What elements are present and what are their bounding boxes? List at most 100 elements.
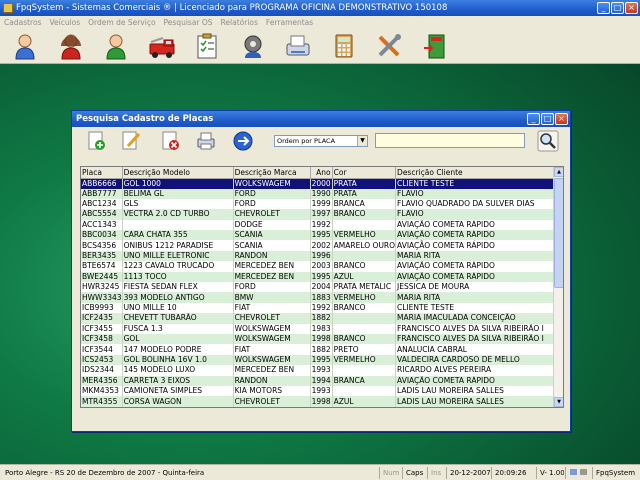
table-row[interactable]: ICF2435 CHEVETT TUBARÃO CHEVROLET 1882 MARIA… bbox=[81, 313, 558, 324]
table-row[interactable]: MER4356 CARRETA 3 EIXOS RANDON 1994 BRANCA AV… bbox=[81, 375, 558, 386]
table-row[interactable]: ABB6666 GOL 1000 WOLKSWAGEM 2000 PRATA CLIENT… bbox=[81, 178, 558, 189]
table-row[interactable]: MTR4355 CORSA WAGON CHEVROLET 1998 AZUL LADIS… bbox=[81, 396, 558, 407]
cell-modelo: 1113 TOCO bbox=[122, 271, 234, 283]
cell-ano: 1993 bbox=[310, 365, 333, 376]
menu-ordem-servico[interactable]: Ordem de Serviço bbox=[88, 18, 155, 27]
table-row[interactable]: BWE2445 1113 TOCO MERCEDEZ BEN 1995 AZUL AVIA… bbox=[81, 271, 558, 283]
column-header-ano[interactable]: Ano bbox=[310, 167, 333, 179]
edit-record-button[interactable] bbox=[120, 130, 142, 152]
close-button[interactable]: × bbox=[625, 2, 638, 14]
table-row[interactable]: BCS4356 ONIBUS 1212 PARADISE SCANIA 2002 AMA… bbox=[81, 240, 558, 251]
table-row[interactable]: ACC1343 DODGE 1992 AVIAÇÃO COMETA RÁPIDO bbox=[81, 219, 558, 231]
dialog-toolbar: Ordem por PLACA ▼ bbox=[72, 127, 570, 155]
dialog-title: Pesquisa Cadastro de Placas bbox=[76, 114, 214, 124]
cell-modelo: GLS bbox=[122, 198, 234, 210]
table-row[interactable]: ICF3544 147 MODELO PODRE FIAT 1882 PRETO ANAL… bbox=[81, 344, 558, 355]
cell-marca: WOLKSWAGEM bbox=[233, 354, 311, 366]
cell-placa: HWW3343 bbox=[81, 292, 123, 303]
cell-cor: PRATA METALIC bbox=[332, 282, 397, 293]
cell-ano: 1997 bbox=[310, 209, 333, 220]
search-button[interactable] bbox=[537, 130, 559, 152]
scroll-down-icon[interactable]: ▼ bbox=[554, 397, 563, 407]
table-row[interactable]: ABC1234 GLS FORD 1999 BRANCA FLAVIO QUADRADO … bbox=[81, 198, 558, 210]
cell-marca: WOLKSWAGEM bbox=[233, 333, 311, 345]
table-row[interactable]: HWR3245 FIESTA SEDAN FLEX FORD 2004 PRATA ME… bbox=[81, 282, 558, 293]
dialog-close-button[interactable]: × bbox=[555, 113, 568, 125]
table-row[interactable]: ICS2453 GOL BOLINHA 16V 1.0 WOLKSWAGEM 1995… bbox=[81, 354, 558, 366]
cell-placa: ICF3455 bbox=[81, 323, 123, 334]
go-forward-button[interactable] bbox=[232, 130, 254, 152]
exit-button[interactable] bbox=[418, 30, 452, 62]
order-by-select[interactable]: Ordem por PLACA ▼ bbox=[274, 135, 368, 147]
dialog-maximize-button[interactable]: □ bbox=[541, 113, 554, 125]
column-header-modelo[interactable]: Descrição Modelo bbox=[122, 167, 234, 179]
vehicles-button[interactable] bbox=[145, 30, 179, 62]
table-row[interactable]: BBC0034 CARA CHATA 355 SCANIA 1995 VERMELHO A… bbox=[81, 230, 558, 241]
table-row[interactable]: BTE6574 1223 CAVALO TRUCADO MERCEDEZ BEN 20… bbox=[81, 261, 558, 272]
menu-bar: Cadastros Veículos Ordem de Serviço Pesq… bbox=[0, 16, 640, 28]
table-row[interactable]: ICF3455 FUSCA 1.3 WOLKSWAGEM 1983 FRANCISCO … bbox=[81, 323, 558, 334]
table-row[interactable]: HWW3343 393 MODELO ANTIGO BMW 1883 VERMELHO M… bbox=[81, 292, 558, 303]
maximize-button[interactable]: □ bbox=[611, 2, 624, 14]
cell-marca: SCANIA bbox=[233, 240, 311, 251]
cell-modelo: 1223 CAVALO TRUCADO bbox=[122, 261, 234, 272]
column-header-marca[interactable]: Descrição Marca bbox=[233, 167, 311, 179]
clients-button[interactable] bbox=[8, 30, 42, 62]
cell-cor: AZUL bbox=[332, 396, 397, 407]
column-header-cliente[interactable]: Descrição Cliente bbox=[395, 167, 558, 179]
cell-placa: MKM4353 bbox=[81, 385, 123, 397]
print-button[interactable] bbox=[195, 130, 217, 152]
status-time: 20:09:26 bbox=[491, 467, 535, 479]
cell-marca: FORD bbox=[233, 188, 311, 199]
table-row[interactable]: ICF3458 GOL WOLKSWAGEM 1998 BRANCO FRANCISCO … bbox=[81, 333, 558, 345]
tools-button[interactable] bbox=[372, 30, 406, 62]
cell-cliente: ANALUCIA CABRAL bbox=[395, 344, 558, 355]
cell-cliente: LADIS LAU MOREIRA SALLES bbox=[395, 396, 558, 407]
search-input[interactable] bbox=[375, 133, 525, 148]
cell-placa: BTE6574 bbox=[81, 261, 123, 272]
scrollbar-thumb[interactable] bbox=[554, 178, 563, 288]
cell-cor: BRANCA bbox=[332, 198, 397, 210]
menu-relatorios[interactable]: Relatórios bbox=[221, 18, 258, 27]
vertical-scrollbar[interactable]: ▲ ▼ bbox=[553, 167, 563, 407]
menu-pesquisar-os[interactable]: Pesquisar OS bbox=[164, 18, 213, 27]
table-row[interactable]: ABC5554 VECTRA 2.0 CD TURBO CHEVROLET 1997 B… bbox=[81, 209, 558, 220]
cell-modelo: VECTRA 2.0 CD TURBO bbox=[122, 209, 234, 220]
table-row[interactable]: ICB9993 UNO MILLE 10 FIAT 1992 BRANCO CLIENTE… bbox=[81, 302, 558, 314]
minimize-button[interactable]: _ bbox=[597, 2, 610, 14]
cell-ano: 1994 bbox=[310, 375, 333, 386]
reports-button[interactable] bbox=[281, 30, 315, 62]
cell-modelo: 147 MODELO PODRE bbox=[122, 344, 234, 355]
menu-veiculos[interactable]: Veículos bbox=[49, 18, 80, 27]
table-row[interactable]: IDS2344 145 MODELO LUXO MERCEDEZ BEN 1993 RI… bbox=[81, 365, 558, 376]
cell-cor bbox=[332, 313, 397, 324]
cell-marca: MERCEDEZ BEN bbox=[233, 365, 311, 376]
add-record-button[interactable] bbox=[86, 130, 108, 152]
cell-cor: PRETO bbox=[332, 344, 397, 355]
clipboard-checklist-icon bbox=[197, 33, 217, 58]
menu-cadastros[interactable]: Cadastros bbox=[4, 18, 41, 27]
cell-cor: BRANCO bbox=[332, 302, 397, 314]
table-row[interactable]: MKM4353 CAMIONETA SIMPLES KIA MOTORS 1993 LA… bbox=[81, 385, 558, 397]
column-header-cor[interactable]: Cor bbox=[332, 167, 397, 179]
menu-ferramentas[interactable]: Ferramentas bbox=[266, 18, 313, 27]
status-version: V- 1.00 bbox=[536, 467, 564, 479]
calculator-button[interactable] bbox=[327, 30, 361, 62]
cell-cor: BRANCO bbox=[332, 261, 397, 272]
cell-marca: SCANIA bbox=[233, 230, 311, 241]
service-order-button[interactable] bbox=[190, 30, 224, 62]
search-os-button[interactable] bbox=[236, 30, 270, 62]
users-button[interactable] bbox=[54, 30, 88, 62]
delete-record-button[interactable] bbox=[160, 130, 182, 152]
cell-placa: ABB6666 bbox=[81, 178, 123, 189]
table-header-row: Placa Descrição Modelo Descrição Marca A… bbox=[81, 167, 558, 179]
column-header-placa[interactable]: Placa bbox=[81, 167, 123, 179]
dialog-minimize-button[interactable]: _ bbox=[527, 113, 540, 125]
cell-ano: 1995 bbox=[310, 271, 333, 283]
table-row[interactable]: BER3435 UNO MILLE ELETRONIC RANDON 1996 MARI… bbox=[81, 250, 558, 262]
chevron-down-icon[interactable]: ▼ bbox=[357, 136, 367, 146]
cell-ano: 1999 bbox=[310, 198, 333, 210]
table-row[interactable]: ABB7777 BELIMA GL FORD 1990 PRATA FLAVIO bbox=[81, 188, 558, 199]
scroll-up-icon[interactable]: ▲ bbox=[554, 167, 563, 177]
employees-button[interactable] bbox=[99, 30, 133, 62]
